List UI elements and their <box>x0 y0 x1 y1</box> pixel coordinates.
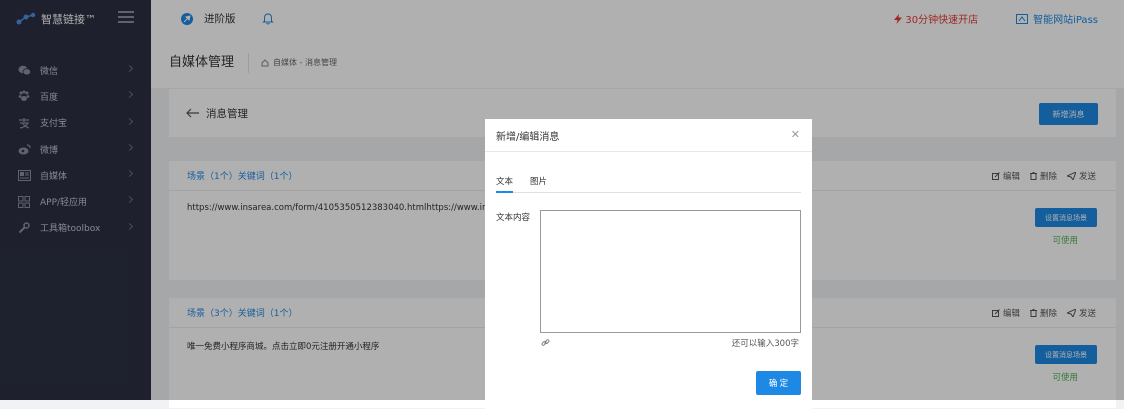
link-icon[interactable] <box>541 338 550 347</box>
tab-image[interactable]: 图片 <box>530 175 547 193</box>
text-content-input[interactable] <box>540 210 801 333</box>
modal-title: 新增/编辑消息 <box>496 131 560 143</box>
modal-header: 新增/编辑消息 ✕ <box>485 119 812 152</box>
close-icon[interactable]: ✕ <box>791 128 800 141</box>
modal-tabs: 文本 图片 <box>496 175 801 193</box>
text-content-label: 文本内容 <box>496 213 531 223</box>
tab-text[interactable]: 文本 <box>496 175 514 193</box>
edit-message-modal: 新增/编辑消息 ✕ 文本 图片 文本内容 还可以输入300字 确 定 <box>485 119 812 409</box>
confirm-button[interactable]: 确 定 <box>756 371 801 395</box>
char-counter: 还可以输入300字 <box>731 339 799 349</box>
